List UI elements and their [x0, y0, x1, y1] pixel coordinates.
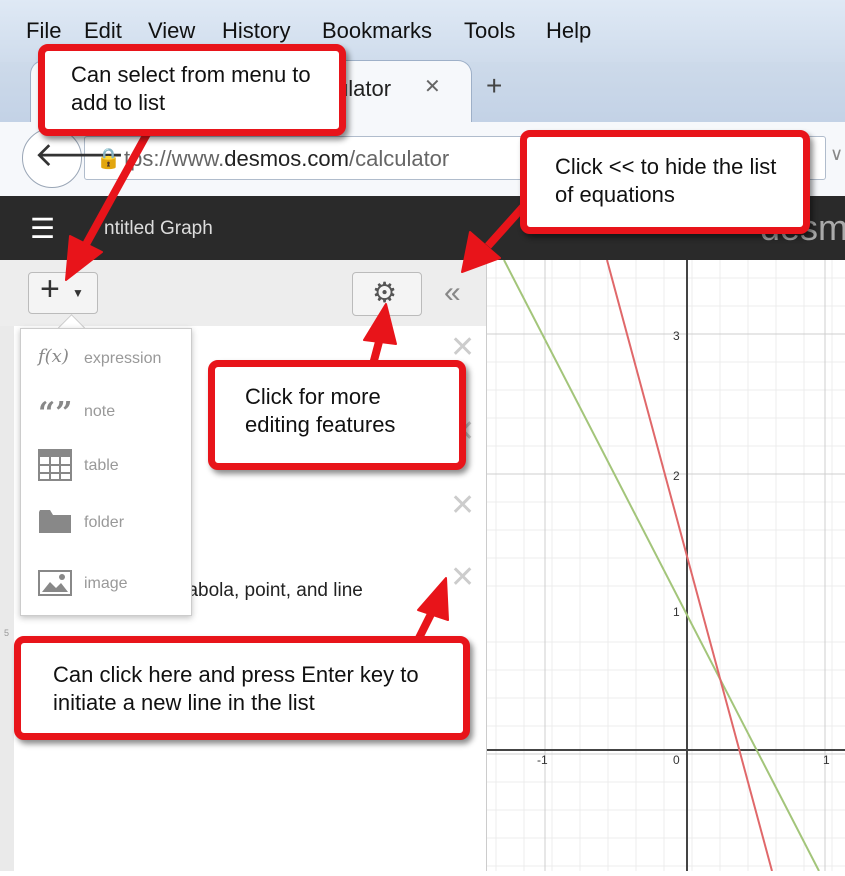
callout-hide-list: Click << to hide the list of equations: [520, 130, 810, 234]
arrow-edit-head: [363, 303, 397, 345]
callout-add-menu: Can select from menu to add to list: [38, 44, 346, 136]
arrow-enter-head: [417, 577, 449, 621]
callout-editing-features: Click for more editing features: [208, 360, 466, 470]
arrow-menu-head: [65, 235, 103, 281]
arrow-menu-shaft: [80, 130, 152, 250]
callout-new-line: Can click here and press Enter key to in…: [14, 636, 470, 740]
